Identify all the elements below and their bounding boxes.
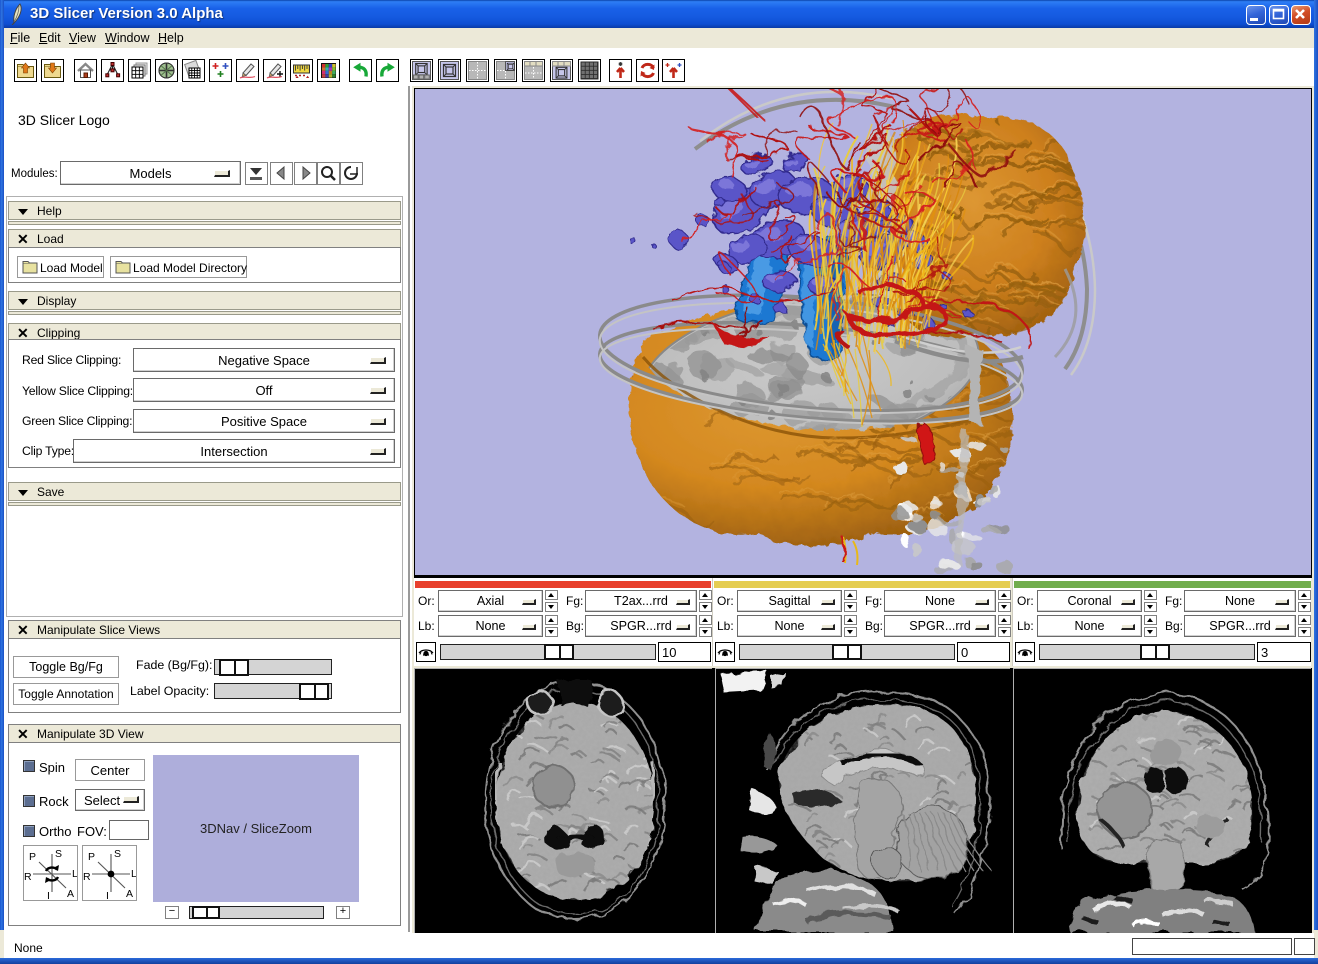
svg-text:L: L bbox=[72, 868, 77, 880]
svg-text:P: P bbox=[29, 851, 36, 863]
svg-text:R: R bbox=[83, 871, 91, 883]
svg-text:S: S bbox=[55, 848, 62, 860]
svg-text:S: S bbox=[114, 848, 121, 860]
svg-text:I: I bbox=[106, 890, 109, 900]
svg-text:L: L bbox=[131, 868, 136, 880]
svg-text:I: I bbox=[47, 890, 50, 900]
svg-text:R: R bbox=[24, 871, 32, 883]
svg-text:A: A bbox=[126, 888, 133, 900]
svg-text:P: P bbox=[88, 851, 95, 863]
svg-text:A: A bbox=[67, 888, 74, 900]
